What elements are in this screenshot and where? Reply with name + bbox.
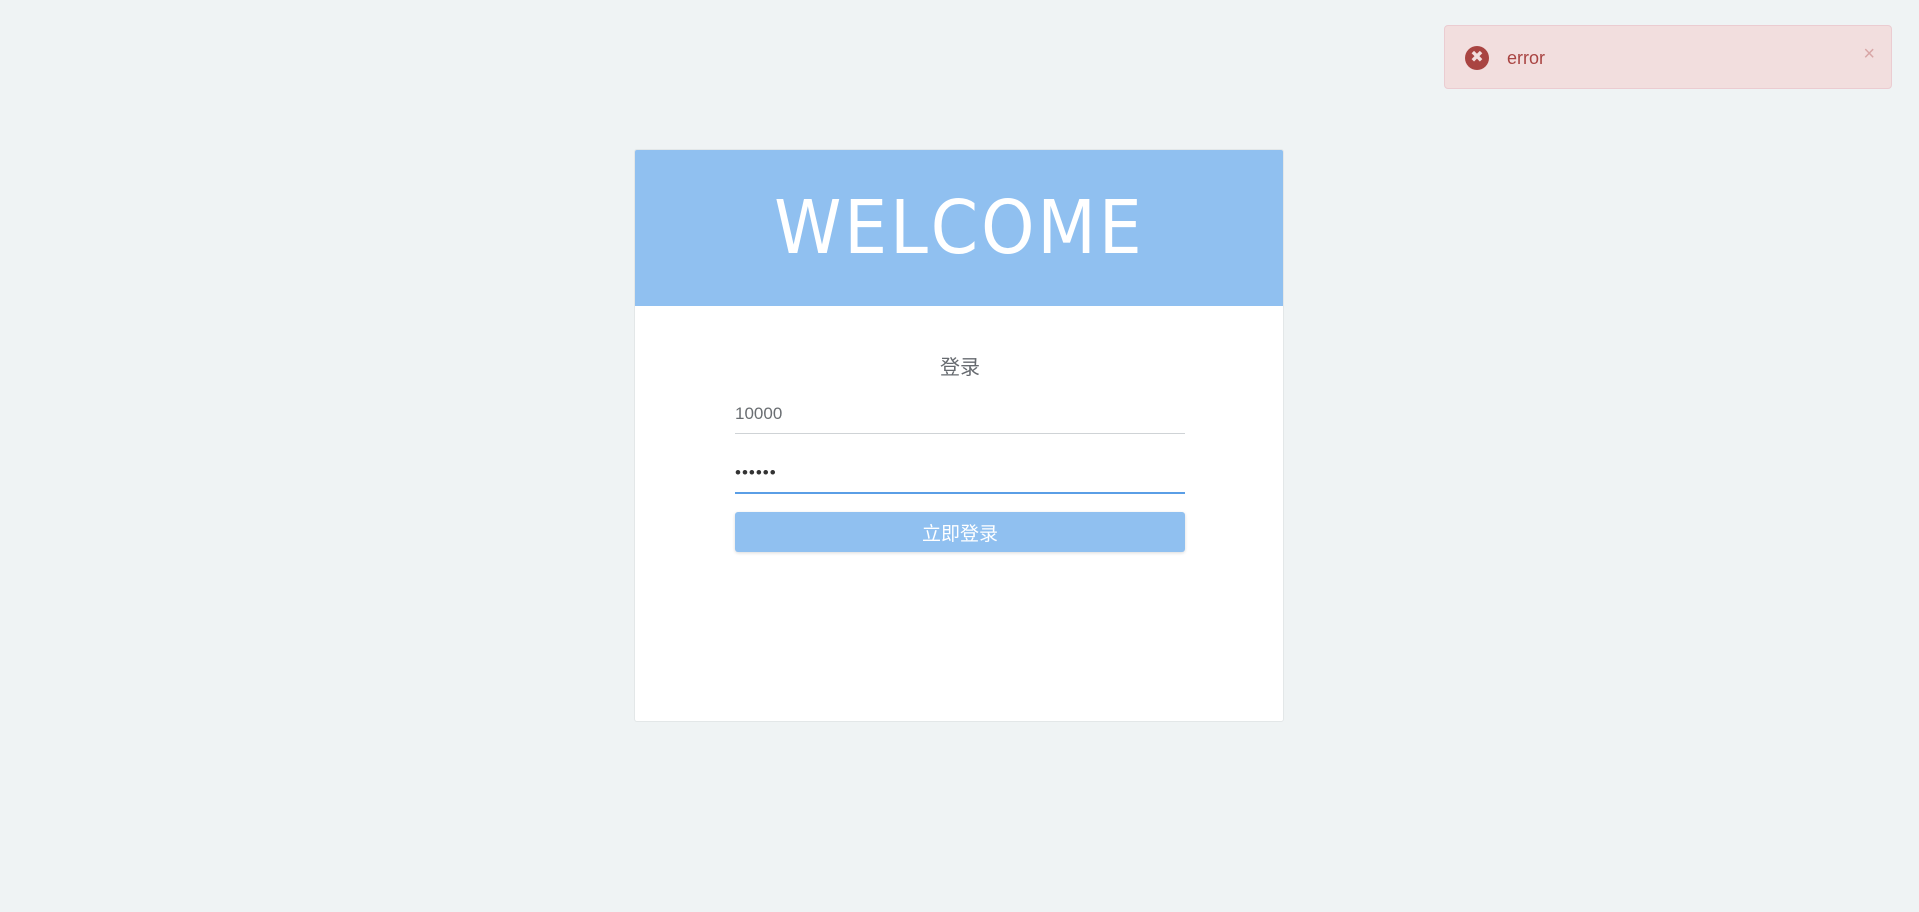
login-form: 登录 立即登录: [735, 306, 1185, 552]
card-header: WELCOME: [635, 150, 1283, 306]
error-toast: ✖ error ×: [1444, 25, 1892, 89]
form-title: 登录: [940, 357, 980, 379]
toast-close-button[interactable]: ×: [1863, 42, 1875, 66]
login-button[interactable]: 立即登录: [735, 512, 1185, 552]
password-input[interactable]: [735, 454, 1185, 494]
error-circle-icon: ✖: [1465, 46, 1489, 70]
login-card: WELCOME 登录 立即登录: [634, 149, 1284, 722]
toast-message: error: [1507, 48, 1546, 68]
welcome-title: WELCOME: [773, 185, 1145, 271]
username-input[interactable]: [735, 394, 1185, 434]
